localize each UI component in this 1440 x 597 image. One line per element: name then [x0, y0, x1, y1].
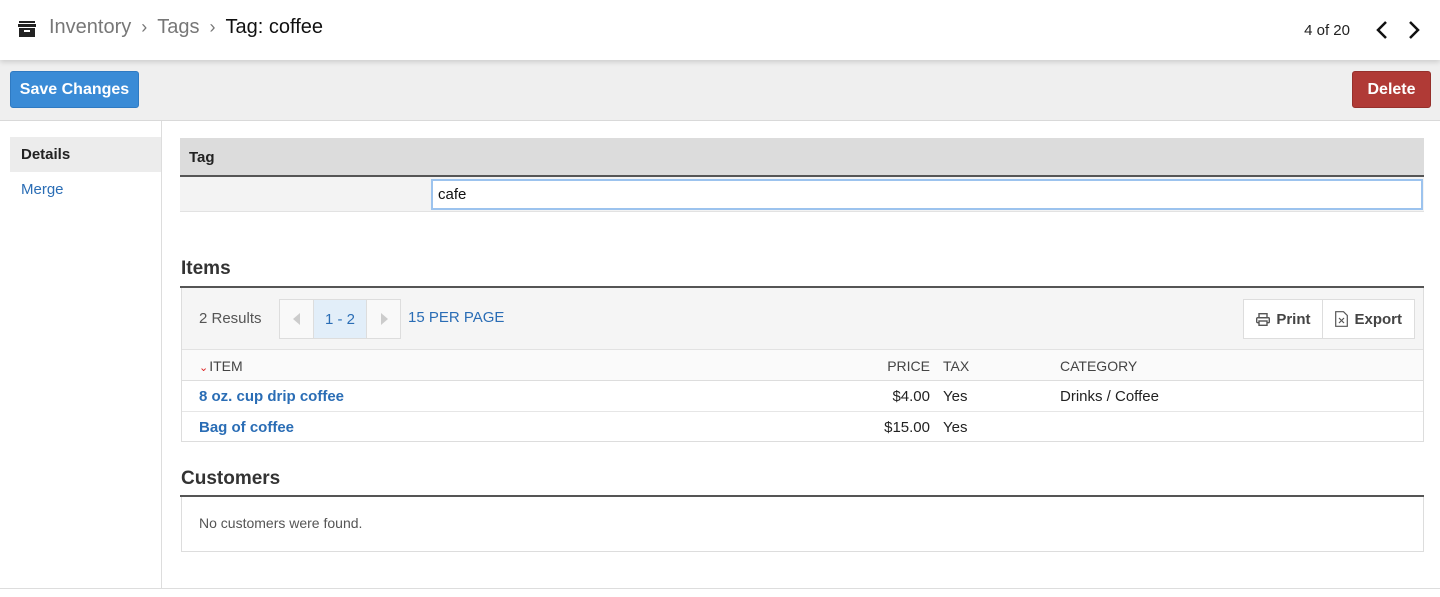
chevron-right-icon: [1409, 21, 1420, 39]
item-category: Drinks / Coffee: [1060, 388, 1159, 405]
chevron-left-icon: [1376, 21, 1387, 39]
chevron-right-icon: ›: [141, 17, 148, 37]
sort-descending-icon: ⌄: [199, 362, 209, 374]
chevron-right-icon: ›: [209, 17, 216, 37]
items-table: 2 Results 1 - 2 15 PER PAGE Print Export…: [181, 288, 1424, 442]
pagination: 1 - 2: [279, 299, 401, 339]
record-position: 4 of 20: [1304, 21, 1350, 39]
print-button[interactable]: Print: [1244, 300, 1322, 338]
divider: [0, 588, 1440, 589]
top-bar: Inventory › Tags › Tag: coffee 4 of 20: [0, 0, 1440, 60]
items-section-title: Items: [181, 258, 231, 279]
triangle-left-icon: [292, 313, 300, 325]
tag-name-input[interactable]: [431, 179, 1423, 210]
items-toolbar: 2 Results 1 - 2 15 PER PAGE Print Export: [182, 288, 1423, 350]
triangle-right-icon: [380, 313, 388, 325]
column-header-item[interactable]: ⌄ITEM: [199, 358, 243, 374]
breadcrumb: Inventory › Tags › Tag: coffee: [18, 16, 323, 39]
breadcrumb-tags[interactable]: Tags: [157, 16, 199, 39]
item-price: $15.00: [884, 419, 930, 436]
export-label: Export: [1354, 310, 1402, 328]
next-record-button[interactable]: [1402, 18, 1424, 42]
previous-page-button[interactable]: [280, 300, 313, 338]
customers-empty-message: No customers were found.: [181, 497, 1424, 552]
column-header-category[interactable]: CATEGORY: [1060, 358, 1137, 374]
breadcrumb-current: Tag: coffee: [225, 16, 323, 38]
delete-button[interactable]: Delete: [1352, 71, 1431, 108]
column-header-tax[interactable]: TAX: [943, 358, 969, 374]
item-link[interactable]: 8 oz. cup drip coffee: [199, 388, 344, 405]
inventory-box-icon: [18, 20, 36, 37]
save-changes-button[interactable]: Save Changes: [10, 71, 139, 108]
action-bar: Save Changes Delete: [0, 60, 1440, 121]
sidebar-item-details[interactable]: Details: [10, 137, 161, 172]
next-page-button[interactable]: [367, 300, 400, 338]
tag-section-header: Tag: [180, 138, 1424, 177]
customers-section-title: Customers: [181, 468, 281, 489]
table-row: Bag of coffee $15.00 Yes: [182, 412, 1423, 443]
results-count: 2 Results: [199, 310, 262, 327]
printer-icon: [1256, 312, 1271, 326]
previous-record-button[interactable]: [1372, 18, 1394, 42]
item-link[interactable]: Bag of coffee: [199, 419, 294, 436]
table-actions: Print Export: [1243, 299, 1415, 339]
excel-file-icon: [1335, 311, 1349, 327]
item-tax: Yes: [943, 388, 968, 405]
column-header-price[interactable]: PRICE: [887, 358, 930, 374]
export-button[interactable]: Export: [1322, 300, 1414, 338]
per-page-selector[interactable]: 15 PER PAGE: [408, 309, 504, 326]
breadcrumb-inventory[interactable]: Inventory: [49, 16, 131, 39]
current-page-range[interactable]: 1 - 2: [313, 300, 367, 338]
sidebar-item-merge[interactable]: Merge: [10, 172, 161, 207]
record-pager: 4 of 20: [1304, 18, 1424, 42]
tag-name-row: [180, 177, 1424, 212]
table-row: 8 oz. cup drip coffee $4.00 Yes Drinks /…: [182, 381, 1423, 412]
item-price: $4.00: [892, 388, 930, 405]
item-tax: Yes: [943, 419, 968, 436]
sidebar: Details Merge: [0, 121, 162, 589]
table-header: ⌄ITEM PRICE TAX CATEGORY: [182, 350, 1423, 381]
print-label: Print: [1276, 310, 1311, 328]
